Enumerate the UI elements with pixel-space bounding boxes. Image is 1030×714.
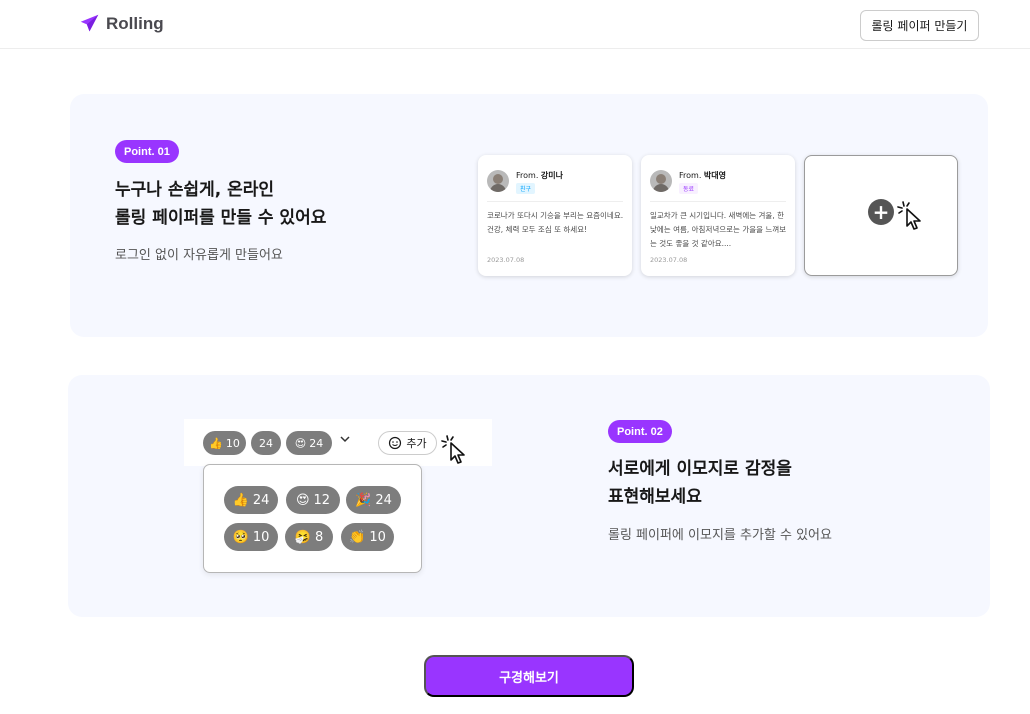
divider <box>487 201 623 202</box>
reaction-pill[interactable]: 👍 24 <box>224 486 278 514</box>
reaction-count: 10 <box>369 529 386 545</box>
point-01-badge: Point. 01 <box>115 140 179 163</box>
point-02-badge: Point. 02 <box>608 420 672 443</box>
pleading-face-icon: 🥺 <box>232 529 249 545</box>
cursor-click-icon <box>897 201 921 230</box>
party-popper-icon: 🎉 <box>355 492 372 508</box>
sender-name: 박대영 <box>703 171 727 180</box>
reaction-pill[interactable]: 🥺 10 <box>224 523 278 551</box>
reaction-pill[interactable]: 😍 12 <box>286 486 340 514</box>
message-body: 코로나가 또다시 기승을 부리는 요즘이네요. 건강, 체력 모두 조심 또 하… <box>487 211 624 234</box>
reaction-count: 10 <box>252 529 270 545</box>
point-02-title: 서로에게 이모지로 감정을 표현해보세요 <box>608 455 792 511</box>
point-02-subtitle: 롤링 페이퍼에 이모지를 추가할 수 있어요 <box>608 528 832 543</box>
reaction-pill[interactable]: 24 <box>251 431 281 455</box>
heart-eyes-icon: 😍 <box>295 492 310 508</box>
avatar <box>487 170 509 192</box>
plus-icon[interactable]: + <box>868 199 894 225</box>
sender-name: 강미나 <box>540 171 564 180</box>
reaction-count: 24 <box>375 492 392 508</box>
logo-text: Rolling <box>106 13 164 33</box>
logo[interactable]: Rolling <box>79 13 164 34</box>
emoji-popover: 👍 24 😍 12 🎉 24 🥺 10 🤧 8 👏 10 <box>203 464 422 573</box>
point-01-subtitle: 로그인 없이 자유롭게 만들어요 <box>115 248 283 263</box>
point-01-title-line2: 롤링 페이퍼를 만들 수 있어요 <box>115 208 327 228</box>
point-01-title: 누구나 손쉽게, 온라인 롤링 페이퍼를 만들 수 있어요 <box>115 176 326 232</box>
point-02-title-line1: 서로에게 이모지로 감정을 <box>608 459 792 479</box>
reaction-count: 24 <box>259 436 273 450</box>
clapping-hands-icon: 👏 <box>349 529 366 545</box>
add-emoji-label: 추가 <box>406 437 427 450</box>
message-from: From. 박대영 <box>679 170 726 181</box>
relation-badge: 친구 <box>516 183 536 194</box>
message-body: 일교차가 큰 시기입니다. 새벽에는 겨울, 한낮에는 여름, 아침저녁으로는 … <box>650 211 787 248</box>
make-rolling-paper-button[interactable]: 롤링 페이퍼 만들기 <box>860 10 979 41</box>
point-01-title-line1: 누구나 손쉽게, 온라인 <box>115 180 275 200</box>
message-date: 2023.07.08 <box>650 256 688 264</box>
divider <box>650 201 786 202</box>
message-date: 2023.07.08 <box>487 256 525 264</box>
reaction-pill[interactable]: 👍 10 <box>203 431 246 455</box>
add-message-card[interactable]: + <box>804 155 958 276</box>
reaction-count: 24 <box>309 436 324 450</box>
top-nav: Rolling 롤링 페이퍼 만들기 <box>0 0 1030 49</box>
smile-plus-icon <box>389 436 402 450</box>
point-02-title-line2: 표현해보세요 <box>608 487 702 507</box>
reaction-pill[interactable]: 👏 10 <box>341 523 394 551</box>
reaction-count: 10 <box>225 436 240 450</box>
cursor-click-icon <box>441 435 465 464</box>
paper-plane-icon <box>80 14 99 32</box>
thumbs-up-icon: 👍 <box>209 436 223 450</box>
reaction-count: 8 <box>314 529 324 545</box>
reaction-pill[interactable]: 🤧 8 <box>285 523 333 551</box>
message-card[interactable]: From. 박대영 동료 일교차가 큰 시기입니다. 새벽에는 겨울, 한낮에는… <box>641 155 795 276</box>
thumbs-up-icon: 👍 <box>232 492 249 508</box>
reaction-pill[interactable]: 🎉 24 <box>346 486 401 514</box>
message-card[interactable]: From. 강미나 친구 코로나가 또다시 기승을 부리는 요즘이네요. 건강,… <box>478 155 632 276</box>
add-emoji-button[interactable]: 추가 <box>378 431 437 455</box>
reaction-pill[interactable]: 😍 24 <box>286 431 332 455</box>
reaction-count: 12 <box>313 492 331 508</box>
message-from: From. 강미나 <box>516 170 563 181</box>
from-prefix: From. <box>679 171 702 180</box>
browse-button[interactable]: 구경해보기 <box>424 655 634 697</box>
relation-badge: 동료 <box>679 183 699 194</box>
chevron-down-icon[interactable] <box>339 433 351 445</box>
from-prefix: From. <box>516 171 539 180</box>
avatar <box>650 170 672 192</box>
sneezing-face-icon: 🤧 <box>294 529 311 545</box>
heart-eyes-icon: 😍 <box>294 436 307 450</box>
reaction-count: 24 <box>252 492 270 508</box>
